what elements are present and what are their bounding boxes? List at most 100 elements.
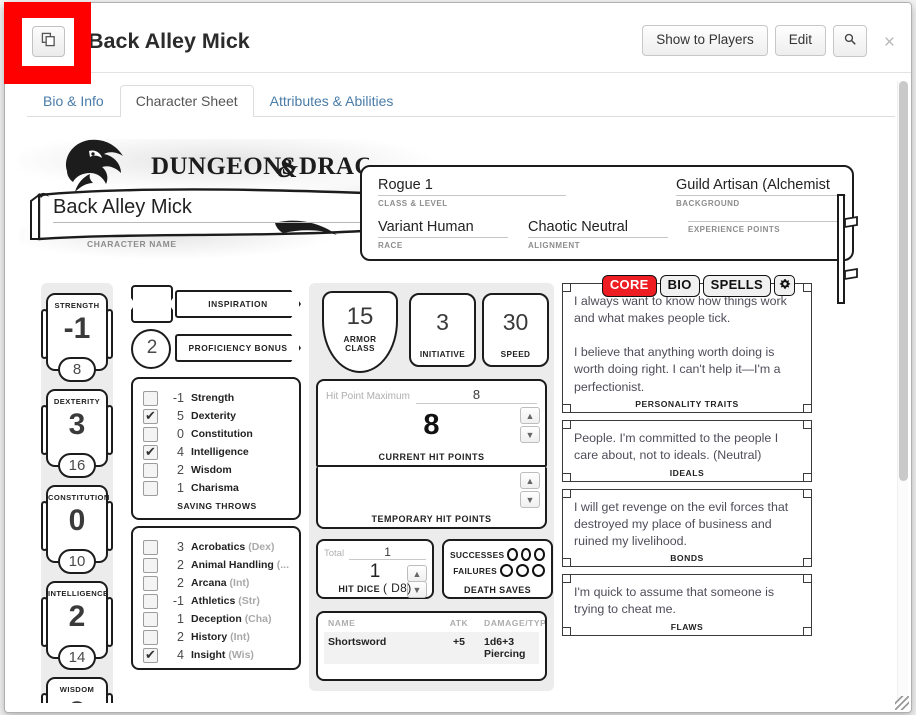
skill-name: Deception (Cha): [191, 613, 272, 625]
skills-box: 3 Acrobatics (Dex) 2 Animal Handling (..…: [131, 526, 301, 670]
ideals-label: IDEALS: [669, 467, 705, 478]
saving-throw-row[interactable]: 0 Constitution: [143, 425, 291, 443]
saving-throw-checkbox[interactable]: [143, 390, 158, 406]
core-tab-bio[interactable]: BIO: [659, 275, 700, 297]
race-field[interactable]: Variant Human RACE: [378, 219, 508, 250]
skill-row[interactable]: 3 Acrobatics (Dex): [143, 538, 291, 556]
skill-checkbox[interactable]: [143, 629, 158, 645]
search-button[interactable]: [833, 25, 867, 57]
death-save-failure-dot[interactable]: [500, 564, 513, 577]
corner-decoration: [562, 488, 571, 498]
table-row[interactable]: Shortsword +5 1d6+3 Piercing: [324, 632, 539, 664]
saving-throw-row[interactable]: 5 Dexterity: [143, 407, 291, 425]
hp-decrement-button[interactable]: ▼: [520, 426, 540, 443]
core-tab-spells[interactable]: SPELLS: [702, 275, 771, 297]
ability-score[interactable]: 16: [58, 453, 96, 478]
settings-button[interactable]: [774, 275, 795, 297]
character-sheet-scroll-area[interactable]: DUNGEONS & DRAGONS Back Alley Mick CHARA…: [19, 131, 899, 703]
hit-dice-total-value[interactable]: 1: [349, 545, 426, 560]
ability-constitution[interactable]: CONSTITUTION 0 10: [41, 485, 113, 574]
scrollbar-thumb[interactable]: [899, 81, 908, 481]
alignment-value: Chaotic Neutral: [528, 219, 668, 238]
modal-titlebar: Back Alley Mick Show to Players Edit ×: [5, 3, 911, 73]
saving-throw-checkbox[interactable]: [143, 480, 158, 496]
core-tab-core[interactable]: CORE: [601, 275, 657, 297]
ideals-box[interactable]: People. I'm committed to the people I ca…: [562, 419, 812, 482]
edit-button[interactable]: Edit: [774, 25, 826, 56]
tab-character-sheet[interactable]: Character Sheet: [119, 85, 254, 117]
saving-throw-checkbox[interactable]: [143, 426, 158, 442]
saving-throw-modifier: 5: [177, 409, 184, 423]
ability-score[interactable]: 10: [58, 549, 96, 574]
hit-dice-total-row: Total 1: [324, 545, 426, 560]
skill-checkbox[interactable]: [143, 611, 158, 627]
saving-throw-checkbox[interactable]: [143, 462, 158, 478]
saving-throw-row[interactable]: 4 Intelligence: [143, 443, 291, 461]
ability-score[interactable]: 8: [58, 357, 96, 382]
temp-hp-decrement-button[interactable]: ▼: [520, 491, 540, 508]
skill-row[interactable]: -1 Athletics (Str): [143, 592, 291, 610]
experience-field[interactable]: EXPERIENCE POINTS: [688, 219, 846, 234]
tab-bio-info[interactable]: Bio & Info: [27, 85, 120, 117]
saving-throw-checkbox[interactable]: [143, 408, 158, 424]
hit-point-maximum-value[interactable]: 8: [415, 387, 537, 404]
alignment-field[interactable]: Chaotic Neutral ALIGNMENT: [528, 219, 668, 250]
inspiration-value: [131, 285, 173, 323]
saving-throw-checkbox[interactable]: [143, 444, 158, 460]
skill-checkbox[interactable]: [143, 575, 158, 591]
attack-damage: 1d6+3 Piercing: [484, 636, 526, 660]
class-level-field[interactable]: Rogue 1 CLASS & LEVEL: [378, 177, 566, 208]
initiative-box[interactable]: 3 INITIATIVE: [409, 293, 476, 367]
tab-attributes-abilities[interactable]: Attributes & Abilities: [254, 85, 410, 117]
bonds-box[interactable]: I will get revenge on the evil forces th…: [562, 488, 812, 567]
hit-point-maximum-row: Hit Point Maximum 8: [326, 387, 537, 404]
current-hit-points-label: CURRENT HIT POINTS: [378, 452, 485, 462]
temporary-hit-points-value[interactable]: [326, 473, 537, 491]
flaws-box[interactable]: I'm quick to assume that someone is tryi…: [562, 573, 812, 636]
skill-row[interactable]: 4 Insight (Wis): [143, 646, 291, 664]
skill-label: Deception: [191, 613, 242, 625]
speed-label: SPEED: [500, 350, 531, 359]
death-save-success-dot[interactable]: [520, 548, 532, 561]
speed-box[interactable]: 30 SPEED: [482, 293, 549, 367]
skill-row[interactable]: 1 Deception (Cha): [143, 610, 291, 628]
character-name-value[interactable]: Back Alley Mick: [53, 196, 363, 223]
ability-score[interactable]: 14: [58, 645, 96, 670]
duplicate-button[interactable]: [33, 27, 69, 57]
skill-checkbox[interactable]: [143, 593, 158, 609]
hit-dice-increment-button[interactable]: ▲: [407, 565, 427, 582]
skill-row[interactable]: 2 Animal Handling (...: [143, 556, 291, 574]
hp-increment-button[interactable]: ▲: [520, 407, 540, 424]
background-field[interactable]: Guild Artisan (Alchemist BACKGROUND: [676, 177, 846, 208]
skill-row[interactable]: 2 Arcana (Int): [143, 574, 291, 592]
skill-checkbox[interactable]: [143, 557, 158, 573]
combat-column: 15 ARMOR CLASS 3 INITIATIVE 30 SPEED Hit…: [309, 283, 554, 691]
skill-checkbox[interactable]: [143, 647, 158, 663]
ability-intelligence[interactable]: INTELLIGENCE 2 14: [41, 581, 113, 670]
saving-throw-row[interactable]: -1 Strength: [143, 389, 291, 407]
saving-throw-row[interactable]: 1 Charisma: [143, 479, 291, 497]
temp-hp-increment-button[interactable]: ▲: [520, 472, 540, 489]
death-save-success-dot[interactable]: [507, 548, 518, 561]
death-save-failure-dot[interactable]: [532, 564, 545, 577]
resize-grip[interactable]: [895, 696, 909, 710]
armor-class-label: ARMOR CLASS: [324, 335, 396, 354]
death-save-failure-dot[interactable]: [516, 564, 529, 577]
skill-checkbox[interactable]: [143, 539, 158, 555]
vertical-scrollbar[interactable]: [897, 81, 908, 701]
show-to-players-button[interactable]: Show to Players: [642, 25, 768, 56]
close-button[interactable]: ×: [884, 33, 895, 52]
skill-row[interactable]: 2 History (Int): [143, 628, 291, 646]
skill-ability-abbr: (Wis): [228, 649, 254, 661]
personality-traits-box[interactable]: I always want to know how things work an…: [562, 283, 812, 413]
death-save-success-dot[interactable]: [534, 548, 545, 561]
ability-wisdom[interactable]: WISDOM 2: [41, 677, 113, 703]
ability-dexterity[interactable]: DEXTERITY 3 16: [41, 389, 113, 478]
ability-strength[interactable]: STRENGTH -1 8: [41, 293, 113, 382]
current-hit-points-value[interactable]: 8: [326, 409, 537, 442]
skill-name: Insight (Wis): [191, 649, 254, 661]
skill-label: Athletics: [191, 595, 236, 607]
saving-throw-row[interactable]: 2 Wisdom: [143, 461, 291, 479]
armor-class-box[interactable]: 15 ARMOR CLASS: [322, 291, 398, 373]
death-saves-failures-label: FAILURES: [453, 565, 497, 576]
